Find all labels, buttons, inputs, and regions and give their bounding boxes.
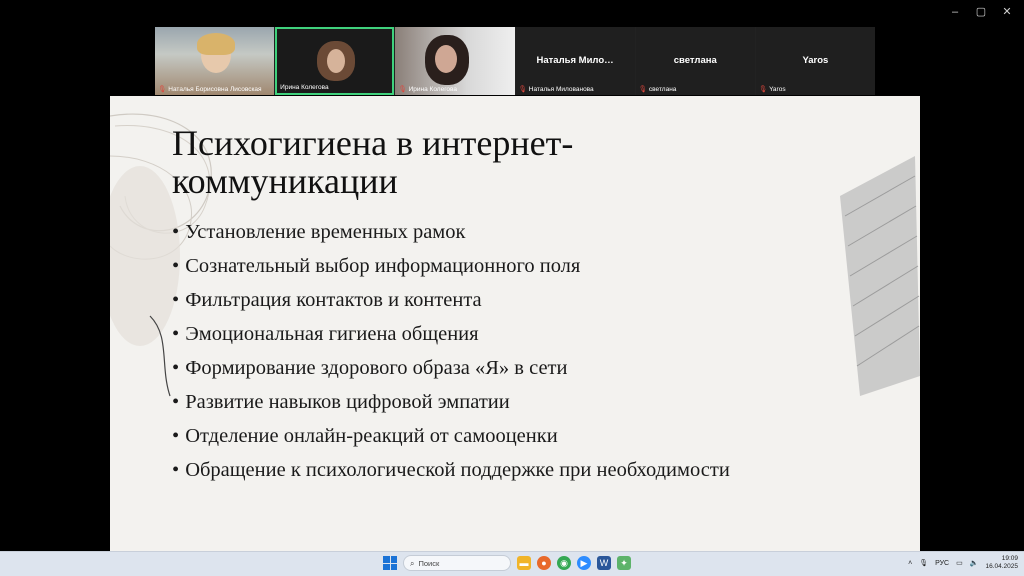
participant-name: светлана <box>648 86 677 93</box>
participant-tile[interactable]: светлана 🎙 светлана <box>635 27 755 95</box>
participant-strip: 🎙 Наталья Борисовна Лисовская Ирина Колег… <box>155 27 875 95</box>
bullet-item: Обращение к психологической поддержке пр… <box>172 456 730 490</box>
participant-name: Yaros <box>769 86 786 93</box>
muted-mic-icon: 🎙 <box>758 86 768 93</box>
network-icon[interactable]: ▭ <box>956 559 963 567</box>
minimize-button[interactable]: – <box>944 4 966 20</box>
bullet-item: Установление временных рамок <box>172 218 730 252</box>
participant-display-name: светлана <box>673 55 717 66</box>
microphone-icon[interactable]: 🎙 <box>919 559 928 567</box>
slide-title: Психогигиена в интернет-коммуникации <box>172 123 574 201</box>
search-icon: ⌕ <box>410 559 415 568</box>
system-tray: ˄ 🎙 РУС ▭ 🔈 19:09 16.04.2025 <box>908 555 1018 571</box>
taskbar-search[interactable]: ⌕ Поиск <box>403 555 511 571</box>
participant-tile-active[interactable]: Ирина Колегова <box>275 27 395 95</box>
taskbar: ⌕ Поиск ▬ ● ◉ ▶ W ✦ ˄ 🎙 РУС ▭ 🔈 19:09 16.… <box>0 551 1024 576</box>
participant-tile[interactable]: Наталья Мило… 🎙 Наталья Милованова <box>515 27 635 95</box>
window-controls: – ▢ ✕ <box>944 4 1018 20</box>
windows-start-icon[interactable] <box>383 556 397 570</box>
participant-display-name: Yaros <box>802 55 829 66</box>
participant-name: Наталья Борисовна Лисовская <box>168 86 262 93</box>
bullet-item: Эмоциональная гигиена общения <box>172 320 730 354</box>
chevron-up-icon[interactable]: ˄ <box>908 560 912 567</box>
muted-mic-icon: 🎙 <box>398 86 407 93</box>
bullet-item: Сознательный выбор информационного поля <box>172 252 730 286</box>
taskbar-apps: ⌕ Поиск ▬ ● ◉ ▶ W ✦ <box>383 555 631 571</box>
firefox-icon[interactable]: ● <box>537 556 551 570</box>
search-placeholder: Поиск <box>418 559 440 568</box>
maximize-button[interactable]: ▢ <box>970 4 992 20</box>
clock[interactable]: 19:09 16.04.2025 <box>985 555 1018 571</box>
bullet-list: Установление временных рамок Сознательны… <box>172 218 730 490</box>
muted-mic-icon: 🎙 <box>158 86 167 93</box>
word-icon[interactable]: W <box>597 556 611 570</box>
shared-slide: Психогигиена в интернет-коммуникации Уст… <box>110 96 920 551</box>
close-button[interactable]: ✕ <box>996 4 1018 20</box>
file-explorer-icon[interactable]: ▬ <box>517 556 531 570</box>
bullet-item: Развитие навыков цифровой эмпатии <box>172 388 730 422</box>
participant-hair <box>197 33 235 55</box>
muted-mic-icon: 🎙 <box>638 86 647 93</box>
zoom-icon[interactable]: ▶ <box>577 556 591 570</box>
slide-decoration-right <box>840 156 920 396</box>
app-icon[interactable]: ✦ <box>617 556 631 570</box>
participant-name: Наталья Милованова <box>528 86 594 93</box>
bullet-item: Формирование здорового образа «Я» в сети <box>172 354 730 388</box>
participant-name: Ирина Колегова <box>280 84 329 91</box>
participant-tile[interactable]: 🎙 Наталья Борисовна Лисовская <box>155 27 275 95</box>
clock-time: 19:09 <box>1001 555 1018 562</box>
clock-date: 16.04.2025 <box>985 563 1018 570</box>
participant-tile[interactable]: Yaros 🎙 Yaros <box>755 27 875 95</box>
participant-name: Ирина Колегова <box>408 86 458 93</box>
participant-tile[interactable]: 🎙 Ирина Колегова <box>395 27 515 95</box>
participant-display-name: Наталья Мило… <box>536 55 614 66</box>
bullet-item: Отделение онлайн-реакций от самооценки <box>172 422 730 456</box>
bullet-item: Фильтрация контактов и контента <box>172 286 730 320</box>
chrome-icon[interactable]: ◉ <box>557 556 571 570</box>
volume-icon[interactable]: 🔈 <box>970 559 979 567</box>
language-indicator[interactable]: РУС <box>935 560 949 567</box>
muted-mic-icon: 🎙 <box>518 86 527 93</box>
